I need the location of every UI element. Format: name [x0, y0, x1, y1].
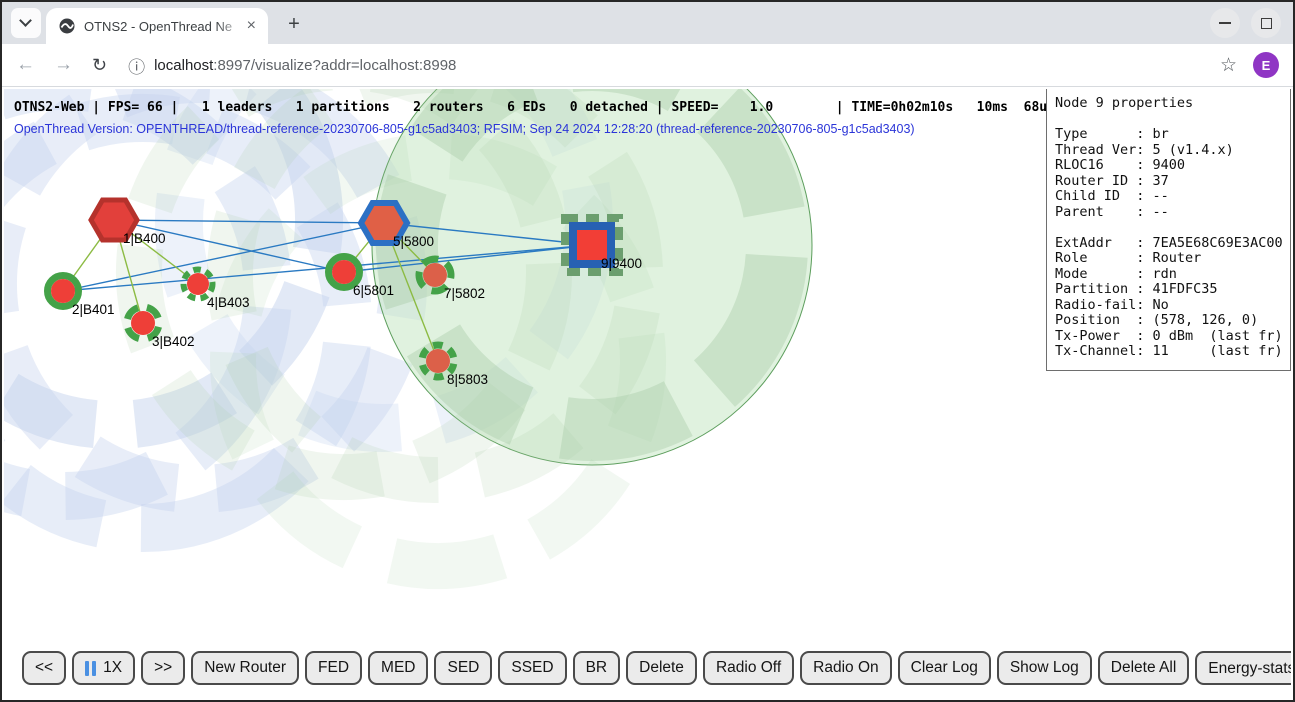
- back-button[interactable]: ←: [16, 54, 35, 76]
- node-properties-panel: Node 9 properties Type : br Thread Ver: …: [1046, 89, 1291, 371]
- pause-icon: [85, 661, 96, 676]
- minimize-icon: [1219, 22, 1231, 24]
- circle-node-shape: [131, 311, 155, 335]
- circle-node-shape: [426, 349, 450, 373]
- version-text: OpenThread Version: OPENTHREAD/thread-re…: [14, 122, 915, 136]
- page-content: 1|B400 2|B401 3|B402 4|B403 5|5800 6|5801 7|58…: [4, 89, 1291, 698]
- new-router-button[interactable]: New Router: [191, 651, 299, 685]
- tab-otns2[interactable]: OTNS2 - OpenThread Ne ×: [46, 8, 268, 44]
- circle-node-shape: [51, 279, 75, 303]
- maximize-icon: [1261, 18, 1272, 29]
- node-label: 5|5800: [393, 234, 434, 249]
- bookmark-star-icon[interactable]: ☆: [1220, 54, 1237, 77]
- ssed-button[interactable]: SSED: [498, 651, 566, 685]
- med-button[interactable]: MED: [368, 651, 428, 685]
- url-host: localhost: [154, 57, 213, 74]
- status-bar: OTNS2-Web | FPS= 66 | 1 leaders 1 partit…: [14, 100, 1055, 115]
- radio-on-button[interactable]: Radio On: [800, 651, 891, 685]
- browser-window: OTNS2 - OpenThread Ne × + ← → ↻ ⓘ localh…: [0, 0, 1295, 702]
- node-label: 3|B402: [152, 334, 195, 349]
- browser-toolbar: ← → ↻ ⓘ localhost:8997/visualize?addr=lo…: [2, 44, 1293, 87]
- tab-title: OTNS2 - OpenThread Ne: [84, 19, 245, 34]
- node-label: 4|B403: [207, 295, 250, 310]
- profile-avatar[interactable]: E: [1253, 52, 1279, 78]
- minimize-button[interactable]: [1210, 8, 1240, 38]
- circle-node-shape: [423, 263, 447, 287]
- tab-strip: OTNS2 - OpenThread Ne × +: [2, 2, 1293, 44]
- circle-node-shape: [187, 273, 209, 295]
- node-label: 2|B401: [72, 302, 115, 317]
- node-label: 9|9400: [601, 256, 642, 271]
- tab-close-icon[interactable]: ×: [245, 18, 258, 34]
- new-tab-button[interactable]: +: [280, 11, 308, 39]
- radio-off-button[interactable]: Radio Off: [703, 651, 794, 685]
- delete-button[interactable]: Delete: [626, 651, 697, 685]
- chevron-down-icon: [19, 14, 32, 27]
- node-label: 6|5801: [353, 283, 394, 298]
- node-properties-title: Node 9 properties: [1055, 95, 1282, 111]
- forward-button[interactable]: →: [54, 54, 73, 76]
- page-info-icon[interactable]: ⓘ: [128, 53, 145, 78]
- energy-stats-button[interactable]: Energy-stats ↗: [1195, 651, 1291, 685]
- fed-button[interactable]: FED: [305, 651, 362, 685]
- speed-up-button[interactable]: >>: [141, 651, 185, 685]
- delete-all-button[interactable]: Delete All: [1098, 651, 1189, 685]
- speed-down-button[interactable]: <<: [22, 651, 66, 685]
- maximize-button[interactable]: [1251, 8, 1281, 38]
- br-button[interactable]: BR: [573, 651, 621, 685]
- bottom-toolbar: <<1X>>New RouterFEDMEDSEDSSEDBRDeleteRad…: [22, 651, 1291, 685]
- speed-button[interactable]: 1X: [72, 651, 135, 685]
- tab-search-button[interactable]: [11, 8, 41, 38]
- show-log-button[interactable]: Show Log: [997, 651, 1092, 685]
- node-properties-text: Type : br Thread Ver: 5 (v1.4.x) RLOC16 …: [1055, 127, 1282, 360]
- node-label: 1|B400: [123, 231, 166, 246]
- address-bar[interactable]: localhost:8997/visualize?addr=localhost:…: [154, 57, 1212, 74]
- clear-log-button[interactable]: Clear Log: [898, 651, 991, 685]
- window-controls: [1210, 8, 1281, 38]
- circle-node-shape: [332, 260, 356, 284]
- url-path: :8997/visualize?addr=localhost:8998: [213, 57, 456, 74]
- sed-button[interactable]: SED: [434, 651, 492, 685]
- site-favicon-icon: [59, 18, 75, 34]
- reload-button[interactable]: ↻: [92, 55, 107, 76]
- node-label: 7|5802: [444, 286, 485, 301]
- node-label: 8|5803: [447, 372, 488, 387]
